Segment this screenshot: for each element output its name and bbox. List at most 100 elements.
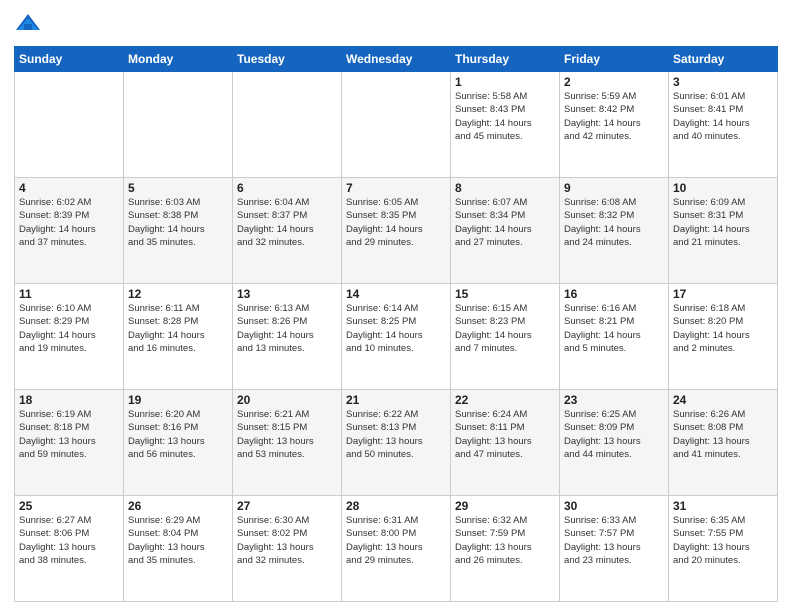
day-cell: 20Sunrise: 6:21 AM Sunset: 8:15 PM Dayli…: [233, 390, 342, 496]
day-cell: 30Sunrise: 6:33 AM Sunset: 7:57 PM Dayli…: [560, 496, 669, 602]
day-info: Sunrise: 6:22 AM Sunset: 8:13 PM Dayligh…: [346, 408, 446, 461]
day-number: 6: [237, 181, 337, 195]
day-number: 13: [237, 287, 337, 301]
day-cell: 25Sunrise: 6:27 AM Sunset: 8:06 PM Dayli…: [15, 496, 124, 602]
day-info: Sunrise: 6:24 AM Sunset: 8:11 PM Dayligh…: [455, 408, 555, 461]
main-container: SundayMondayTuesdayWednesdayThursdayFrid…: [0, 0, 792, 612]
day-cell: [233, 72, 342, 178]
day-cell: 22Sunrise: 6:24 AM Sunset: 8:11 PM Dayli…: [451, 390, 560, 496]
day-info: Sunrise: 6:04 AM Sunset: 8:37 PM Dayligh…: [237, 196, 337, 249]
day-number: 29: [455, 499, 555, 513]
day-info: Sunrise: 6:05 AM Sunset: 8:35 PM Dayligh…: [346, 196, 446, 249]
day-cell: 23Sunrise: 6:25 AM Sunset: 8:09 PM Dayli…: [560, 390, 669, 496]
weekday-header-sunday: Sunday: [15, 47, 124, 72]
day-number: 5: [128, 181, 228, 195]
logo: [14, 10, 46, 38]
day-info: Sunrise: 6:18 AM Sunset: 8:20 PM Dayligh…: [673, 302, 773, 355]
day-cell: 15Sunrise: 6:15 AM Sunset: 8:23 PM Dayli…: [451, 284, 560, 390]
day-info: Sunrise: 6:10 AM Sunset: 8:29 PM Dayligh…: [19, 302, 119, 355]
day-number: 18: [19, 393, 119, 407]
day-cell: 5Sunrise: 6:03 AM Sunset: 8:38 PM Daylig…: [124, 178, 233, 284]
day-info: Sunrise: 6:11 AM Sunset: 8:28 PM Dayligh…: [128, 302, 228, 355]
day-cell: [15, 72, 124, 178]
day-cell: 6Sunrise: 6:04 AM Sunset: 8:37 PM Daylig…: [233, 178, 342, 284]
day-number: 9: [564, 181, 664, 195]
day-cell: 16Sunrise: 6:16 AM Sunset: 8:21 PM Dayli…: [560, 284, 669, 390]
week-row-3: 18Sunrise: 6:19 AM Sunset: 8:18 PM Dayli…: [15, 390, 778, 496]
day-number: 14: [346, 287, 446, 301]
day-cell: 4Sunrise: 6:02 AM Sunset: 8:39 PM Daylig…: [15, 178, 124, 284]
day-cell: 19Sunrise: 6:20 AM Sunset: 8:16 PM Dayli…: [124, 390, 233, 496]
day-cell: 1Sunrise: 5:58 AM Sunset: 8:43 PM Daylig…: [451, 72, 560, 178]
day-info: Sunrise: 6:07 AM Sunset: 8:34 PM Dayligh…: [455, 196, 555, 249]
weekday-header-row: SundayMondayTuesdayWednesdayThursdayFrid…: [15, 47, 778, 72]
weekday-header-thursday: Thursday: [451, 47, 560, 72]
day-info: Sunrise: 5:59 AM Sunset: 8:42 PM Dayligh…: [564, 90, 664, 143]
day-info: Sunrise: 6:26 AM Sunset: 8:08 PM Dayligh…: [673, 408, 773, 461]
day-cell: [342, 72, 451, 178]
weekday-header-wednesday: Wednesday: [342, 47, 451, 72]
day-number: 27: [237, 499, 337, 513]
day-info: Sunrise: 6:27 AM Sunset: 8:06 PM Dayligh…: [19, 514, 119, 567]
day-cell: 31Sunrise: 6:35 AM Sunset: 7:55 PM Dayli…: [669, 496, 778, 602]
day-number: 15: [455, 287, 555, 301]
day-info: Sunrise: 6:31 AM Sunset: 8:00 PM Dayligh…: [346, 514, 446, 567]
logo-icon: [14, 10, 42, 38]
day-cell: 2Sunrise: 5:59 AM Sunset: 8:42 PM Daylig…: [560, 72, 669, 178]
day-cell: 27Sunrise: 6:30 AM Sunset: 8:02 PM Dayli…: [233, 496, 342, 602]
day-number: 11: [19, 287, 119, 301]
day-number: 12: [128, 287, 228, 301]
week-row-4: 25Sunrise: 6:27 AM Sunset: 8:06 PM Dayli…: [15, 496, 778, 602]
day-cell: 11Sunrise: 6:10 AM Sunset: 8:29 PM Dayli…: [15, 284, 124, 390]
day-info: Sunrise: 6:09 AM Sunset: 8:31 PM Dayligh…: [673, 196, 773, 249]
day-info: Sunrise: 6:15 AM Sunset: 8:23 PM Dayligh…: [455, 302, 555, 355]
day-cell: 18Sunrise: 6:19 AM Sunset: 8:18 PM Dayli…: [15, 390, 124, 496]
weekday-header-monday: Monday: [124, 47, 233, 72]
calendar-table: SundayMondayTuesdayWednesdayThursdayFrid…: [14, 46, 778, 602]
day-cell: 26Sunrise: 6:29 AM Sunset: 8:04 PM Dayli…: [124, 496, 233, 602]
day-info: Sunrise: 6:25 AM Sunset: 8:09 PM Dayligh…: [564, 408, 664, 461]
day-info: Sunrise: 6:29 AM Sunset: 8:04 PM Dayligh…: [128, 514, 228, 567]
day-cell: [124, 72, 233, 178]
header: [14, 10, 778, 38]
day-number: 25: [19, 499, 119, 513]
day-cell: 29Sunrise: 6:32 AM Sunset: 7:59 PM Dayli…: [451, 496, 560, 602]
weekday-header-tuesday: Tuesday: [233, 47, 342, 72]
day-number: 1: [455, 75, 555, 89]
day-info: Sunrise: 6:08 AM Sunset: 8:32 PM Dayligh…: [564, 196, 664, 249]
week-row-0: 1Sunrise: 5:58 AM Sunset: 8:43 PM Daylig…: [15, 72, 778, 178]
day-info: Sunrise: 6:19 AM Sunset: 8:18 PM Dayligh…: [19, 408, 119, 461]
day-cell: 8Sunrise: 6:07 AM Sunset: 8:34 PM Daylig…: [451, 178, 560, 284]
day-cell: 9Sunrise: 6:08 AM Sunset: 8:32 PM Daylig…: [560, 178, 669, 284]
day-number: 28: [346, 499, 446, 513]
day-info: Sunrise: 6:14 AM Sunset: 8:25 PM Dayligh…: [346, 302, 446, 355]
day-info: Sunrise: 6:20 AM Sunset: 8:16 PM Dayligh…: [128, 408, 228, 461]
day-cell: 10Sunrise: 6:09 AM Sunset: 8:31 PM Dayli…: [669, 178, 778, 284]
day-number: 21: [346, 393, 446, 407]
day-info: Sunrise: 6:32 AM Sunset: 7:59 PM Dayligh…: [455, 514, 555, 567]
day-cell: 28Sunrise: 6:31 AM Sunset: 8:00 PM Dayli…: [342, 496, 451, 602]
day-cell: 3Sunrise: 6:01 AM Sunset: 8:41 PM Daylig…: [669, 72, 778, 178]
day-number: 7: [346, 181, 446, 195]
day-number: 26: [128, 499, 228, 513]
day-info: Sunrise: 6:13 AM Sunset: 8:26 PM Dayligh…: [237, 302, 337, 355]
day-info: Sunrise: 6:03 AM Sunset: 8:38 PM Dayligh…: [128, 196, 228, 249]
day-number: 8: [455, 181, 555, 195]
day-number: 22: [455, 393, 555, 407]
day-number: 19: [128, 393, 228, 407]
day-cell: 7Sunrise: 6:05 AM Sunset: 8:35 PM Daylig…: [342, 178, 451, 284]
day-number: 17: [673, 287, 773, 301]
day-number: 31: [673, 499, 773, 513]
day-info: Sunrise: 6:01 AM Sunset: 8:41 PM Dayligh…: [673, 90, 773, 143]
day-info: Sunrise: 6:35 AM Sunset: 7:55 PM Dayligh…: [673, 514, 773, 567]
day-number: 16: [564, 287, 664, 301]
day-number: 23: [564, 393, 664, 407]
day-number: 4: [19, 181, 119, 195]
day-cell: 13Sunrise: 6:13 AM Sunset: 8:26 PM Dayli…: [233, 284, 342, 390]
day-number: 2: [564, 75, 664, 89]
day-info: Sunrise: 6:30 AM Sunset: 8:02 PM Dayligh…: [237, 514, 337, 567]
day-info: Sunrise: 6:16 AM Sunset: 8:21 PM Dayligh…: [564, 302, 664, 355]
day-info: Sunrise: 6:33 AM Sunset: 7:57 PM Dayligh…: [564, 514, 664, 567]
day-number: 10: [673, 181, 773, 195]
weekday-header-friday: Friday: [560, 47, 669, 72]
